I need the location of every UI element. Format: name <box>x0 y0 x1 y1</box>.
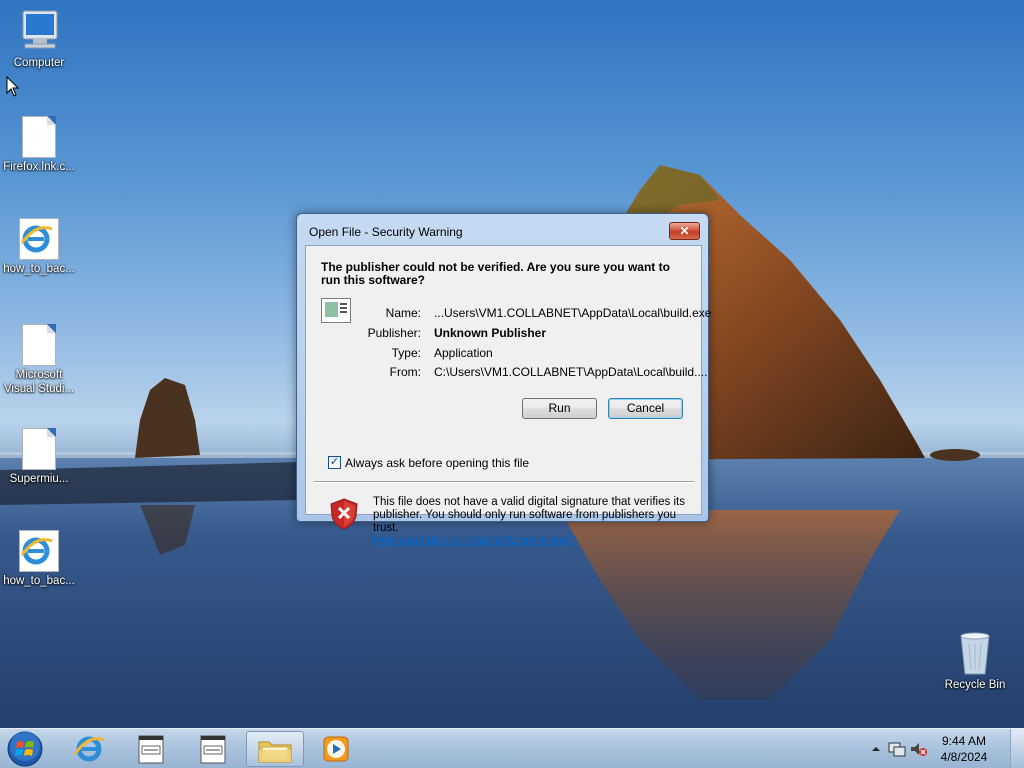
desktop-icon-visual-studio[interactable]: Microsoft Visual Studi... <box>0 324 78 396</box>
type-row: Type: Application <box>361 346 696 360</box>
document-icon <box>22 116 56 158</box>
application-file-icon <box>321 298 351 323</box>
separator <box>314 481 694 483</box>
desktop-icon-firefox-lnk[interactable]: Firefox.lnk.c... <box>0 116 78 174</box>
document-icon <box>22 324 56 366</box>
security-warning-dialog: Open File - Security Warning ✕ The publi… <box>296 213 712 547</box>
from-value: C:\Users\VM1.COLLABNET\AppData\Local\bui… <box>434 365 708 379</box>
dialog-body: The publisher could not be verified. Are… <box>305 245 712 547</box>
dialog-title: Open File - Security Warning <box>309 225 463 239</box>
document-icon <box>22 428 56 470</box>
type-value: Application <box>434 346 493 360</box>
desktop-icon-how-to-bac-2[interactable]: how_to_bac... <box>0 530 78 588</box>
warning-message: This file does not have a valid digital … <box>373 496 693 548</box>
desktop-icon-label: Computer <box>13 57 65 69</box>
publisher-value: Unknown Publisher <box>434 326 547 340</box>
desktop-icon-label: Recycle Bin <box>944 679 1006 691</box>
notepad-icon <box>138 735 164 764</box>
recycle-bin-icon <box>960 632 990 675</box>
name-label: Name: <box>385 306 421 320</box>
close-icon: ✕ <box>679 224 690 238</box>
publisher-row: Publisher: Unknown Publisher <box>361 326 696 340</box>
show-hidden-icons-icon[interactable] <box>870 743 882 755</box>
desktop-icon-computer[interactable]: Computer <box>0 8 78 70</box>
media-player-icon <box>323 736 349 762</box>
desktop-icon-how-to-bac-1[interactable]: how_to_bac... <box>0 218 78 276</box>
desktop-icon-recycle-bin[interactable]: Recycle Bin <box>936 630 1014 692</box>
publisher-label: Publisher: <box>367 326 421 340</box>
warning-text: This file does not have a valid digital … <box>373 496 685 534</box>
shield-warning-icon <box>330 498 358 530</box>
desktop-icon-label: Supermiu... <box>9 473 69 485</box>
close-button[interactable]: ✕ <box>669 222 700 240</box>
mouse-cursor-icon <box>6 76 20 97</box>
run-button[interactable]: Run <box>522 398 597 419</box>
from-label: From: <box>389 365 421 379</box>
folder-icon <box>258 741 292 763</box>
dialog-headline: The publisher could not be verified. Are… <box>321 260 670 287</box>
volume-muted-icon[interactable] <box>910 741 928 757</box>
type-label: Type: <box>391 346 421 360</box>
from-row: From: C:\Users\VM1.COLLABNET\AppData\Loc… <box>361 365 708 379</box>
taskbar-internet-explorer[interactable] <box>60 731 118 767</box>
desktop-icon-label: how_to_bac... <box>3 263 75 275</box>
taskbar-windows-explorer[interactable] <box>246 731 304 767</box>
always-ask-checkbox[interactable]: ✓ <box>328 456 341 469</box>
show-desktop-button[interactable] <box>1010 729 1024 768</box>
taskbar-media-player[interactable] <box>308 731 366 767</box>
system-tray: 9:44 AM 4/8/2024 <box>864 729 1024 768</box>
name-value: ...Users\VM1.COLLABNET\AppData\Local\bui… <box>434 306 712 320</box>
desktop-icon-label: Microsoft Visual Studi... <box>3 369 75 395</box>
ie-document-icon <box>19 218 59 260</box>
desktop-icon-supermiu[interactable]: Supermiu... <box>0 428 78 486</box>
name-row: Name: ...Users\VM1.COLLABNET\AppData\Loc… <box>361 306 712 320</box>
start-button[interactable] <box>5 730 45 768</box>
notepad-icon <box>200 735 226 764</box>
windows-start-icon <box>7 731 43 767</box>
cancel-button[interactable]: Cancel <box>608 398 683 419</box>
ie-document-icon <box>19 530 59 572</box>
clock-time[interactable]: 9:44 AM <box>934 734 994 748</box>
taskbar-notepad-2[interactable] <box>184 731 242 767</box>
help-link[interactable]: How can I decide what software to run? <box>373 535 574 547</box>
taskbar-notepad-1[interactable] <box>122 731 180 767</box>
taskbar: 9:44 AM 4/8/2024 <box>0 728 1024 768</box>
computer-icon <box>22 10 58 49</box>
desktop-icon-label: Firefox.lnk.c... <box>3 161 75 173</box>
desktop-icon-label: how_to_bac... <box>3 575 75 587</box>
network-icon[interactable] <box>888 741 906 757</box>
always-ask-label[interactable]: Always ask before opening this file <box>345 456 529 470</box>
internet-explorer-icon <box>73 736 105 762</box>
clock-date[interactable]: 4/8/2024 <box>934 750 994 764</box>
